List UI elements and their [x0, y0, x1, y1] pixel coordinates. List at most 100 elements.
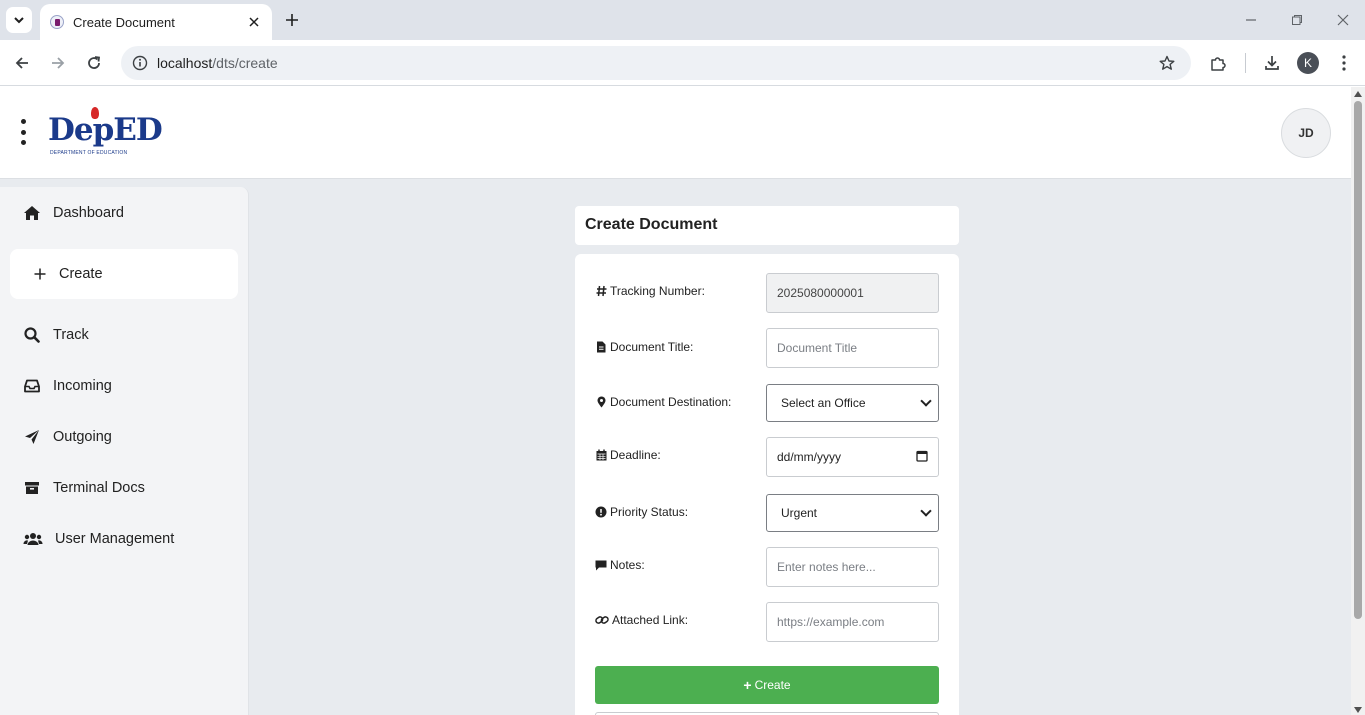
download-icon	[1265, 56, 1279, 70]
plus-icon: +	[743, 677, 752, 693]
users-icon	[22, 529, 44, 549]
restore-icon	[1292, 15, 1302, 25]
reload-button[interactable]	[82, 51, 106, 75]
archive-icon	[22, 478, 42, 498]
puzzle-icon	[1211, 57, 1226, 71]
tracking-number-label: Tracking Number:	[595, 284, 705, 298]
deped-logo: DepED DEPARTMENT OF EDUCATION	[48, 107, 163, 159]
close-icon	[1337, 14, 1349, 26]
sidebar-item-outgoing[interactable]: Outgoing	[10, 412, 238, 462]
sidebar-item-track[interactable]: Track	[10, 310, 238, 360]
home-icon	[22, 203, 42, 223]
chevron-down-icon	[920, 395, 932, 407]
search-icon	[22, 325, 42, 345]
restore-button[interactable]	[1285, 8, 1309, 32]
attached-link-row: Attached Link: https://example.com	[595, 602, 939, 642]
document-destination-row: Document Destination: Select an Office	[595, 384, 939, 422]
address-bar[interactable]: localhost/dts/create	[121, 46, 1191, 80]
bookmark-star-icon[interactable]	[1155, 51, 1179, 75]
priority-select[interactable]: Urgent	[766, 494, 939, 532]
sidebar-item-incoming[interactable]: Incoming	[10, 361, 238, 411]
tracking-number-row: Tracking Number: 2025080000001	[595, 273, 939, 313]
sidebar-item-label: Create	[59, 266, 103, 282]
sidebar-item-label: Track	[53, 327, 89, 343]
notes-label: Notes:	[595, 558, 645, 572]
browser-tabstrip: Create Document	[0, 0, 1365, 40]
logo-subtext: DEPARTMENT OF EDUCATION	[50, 150, 128, 156]
sidebar-item-label: User Management	[55, 531, 175, 547]
reload-icon	[88, 56, 101, 69]
file-icon	[595, 341, 607, 353]
site-info-icon[interactable]	[128, 51, 152, 75]
notes-row: Notes: Enter notes here...	[595, 547, 939, 587]
map-marker-icon	[595, 396, 607, 408]
page-viewport: DepED DEPARTMENT OF EDUCATION JD Dashboa…	[0, 87, 1351, 715]
deadline-row: Deadline: dd/mm/yyyy	[595, 437, 939, 477]
user-avatar[interactable]: JD	[1281, 108, 1331, 158]
destination-select[interactable]: Select an Office	[766, 384, 939, 422]
sidebar-item-label: Dashboard	[53, 205, 124, 221]
app-header: DepED DEPARTMENT OF EDUCATION JD	[0, 87, 1351, 179]
toolbar-separator	[1245, 53, 1246, 73]
calendar-picker-icon[interactable]	[916, 450, 928, 465]
downloads-button[interactable]	[1260, 51, 1284, 75]
close-window-button[interactable]	[1331, 8, 1355, 32]
chevron-down-icon	[920, 505, 932, 517]
attached-link-label: Attached Link:	[595, 613, 688, 627]
sidebar-toggle-icon[interactable]	[18, 119, 28, 145]
minimize-button[interactable]	[1239, 8, 1263, 32]
scroll-up-arrow-icon[interactable]	[1354, 91, 1362, 97]
attached-link-input[interactable]: https://example.com	[766, 602, 939, 642]
create-document-form: Tracking Number: 2025080000001 Document …	[575, 254, 959, 715]
forward-button[interactable]	[46, 51, 70, 75]
tab-search-button[interactable]	[6, 7, 32, 33]
sidebar-item-label: Outgoing	[53, 429, 112, 445]
document-title-label: Document Title:	[595, 340, 693, 354]
document-title-input[interactable]: Document Title	[766, 328, 939, 368]
page-title: Create Document	[585, 216, 718, 233]
browser-toolbar: localhost/dts/create K	[0, 40, 1365, 86]
create-submit-button[interactable]: + Create	[595, 666, 939, 704]
sidebar-item-label: Terminal Docs	[53, 480, 145, 496]
profile-avatar[interactable]: K	[1297, 52, 1319, 74]
plus-icon	[286, 14, 298, 26]
calendar-icon	[595, 449, 607, 461]
sidebar-item-user-management[interactable]: User Management	[10, 514, 238, 564]
document-destination-label: Document Destination:	[595, 395, 731, 409]
extensions-button[interactable]	[1206, 51, 1230, 75]
tracking-number-field[interactable]: 2025080000001	[766, 273, 939, 313]
scrollbar-thumb[interactable]	[1354, 101, 1362, 619]
arrow-right-icon	[52, 57, 65, 69]
chevron-down-icon	[14, 17, 24, 24]
browser-tab[interactable]: Create Document	[40, 4, 272, 40]
priority-status-row: Priority Status: Urgent	[595, 494, 939, 532]
hashtag-icon	[595, 285, 607, 297]
scroll-down-arrow-icon[interactable]	[1354, 707, 1362, 713]
page-scrollbar[interactable]	[1351, 87, 1365, 715]
sidebar-item-terminal-docs[interactable]: Terminal Docs	[10, 463, 238, 513]
sidebar-item-label: Incoming	[53, 378, 112, 394]
priority-status-label: Priority Status:	[595, 505, 688, 519]
deadline-label: Deadline:	[595, 448, 661, 462]
browser-menu-button[interactable]	[1332, 51, 1356, 75]
deped-favicon-icon	[50, 15, 64, 29]
back-button[interactable]	[10, 51, 34, 75]
deadline-date-input[interactable]: dd/mm/yyyy	[766, 437, 939, 477]
logo-text: DepED	[48, 112, 163, 148]
kebab-menu-icon	[1342, 55, 1346, 71]
minimize-icon	[1246, 19, 1256, 21]
new-tab-button[interactable]	[280, 8, 304, 32]
sidebar-item-dashboard[interactable]: Dashboard	[10, 188, 238, 238]
exclamation-circle-icon	[595, 506, 607, 518]
paper-plane-icon	[22, 427, 42, 447]
url-text: localhost/dts/create	[157, 55, 278, 71]
plus-icon	[30, 264, 50, 284]
tab-close-icon[interactable]	[246, 14, 262, 30]
sidebar-item-create[interactable]: Create	[10, 249, 238, 299]
comment-icon	[595, 559, 607, 571]
link-icon	[595, 614, 609, 626]
document-title-row: Document Title: Document Title	[595, 328, 939, 368]
sidebar: Dashboard Create Track Incoming Outgoing	[0, 187, 249, 715]
tab-title: Create Document	[73, 14, 175, 30]
notes-textarea[interactable]: Enter notes here...	[766, 547, 939, 587]
